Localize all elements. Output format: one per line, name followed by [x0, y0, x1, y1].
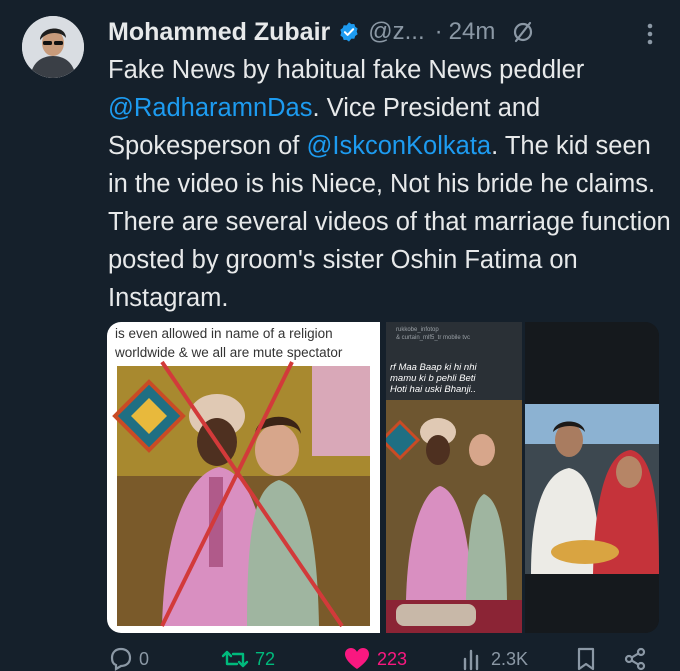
views-count: 2.3K — [491, 648, 529, 669]
wedding-photo-crossed — [112, 360, 370, 628]
action-bar: 0 72 223 2.3K — [107, 645, 667, 671]
avatar[interactable] — [22, 16, 84, 78]
bookmark-icon — [575, 647, 597, 671]
tweet-header: Mohammed Zubair @z... · 24m — [108, 12, 668, 52]
author-handle[interactable]: @z... — [368, 18, 424, 46]
verified-icon — [338, 21, 360, 43]
bookmark-button[interactable] — [575, 647, 597, 671]
share-button[interactable] — [623, 647, 647, 671]
repost-count: 72 — [255, 648, 276, 669]
media-image-1[interactable]: is even allowed in name of a religion wo… — [107, 322, 380, 633]
like-count: 223 — [377, 648, 408, 669]
views-icon — [461, 647, 485, 671]
tweet-text-part-1: Fake News by habitual fake News peddler — [108, 56, 585, 84]
views-button[interactable]: 2.3K — [461, 647, 528, 671]
separator-dot: · — [434, 18, 443, 45]
like-icon — [343, 647, 371, 671]
grok-icon[interactable] — [511, 20, 535, 44]
tweet-text: Fake News by habitual fake News peddler … — [108, 51, 674, 317]
panel2-watermark: rukkobe_infotop & curtain_mlf5_tr mobile… — [396, 327, 471, 341]
like-button[interactable]: 223 — [343, 647, 407, 671]
reply-count: 0 — [139, 648, 150, 669]
media-image-2[interactable]: rukkobe_infotop & curtain_mlf5_tr mobile… — [386, 322, 522, 633]
timestamp[interactable]: 24m — [449, 18, 496, 46]
avatar-image — [22, 16, 84, 78]
repost-button[interactable]: 72 — [221, 647, 275, 671]
panel1-caption: is even allowed in name of a religion wo… — [115, 326, 343, 360]
ceremony-photo — [525, 322, 659, 633]
mention-radharamndas[interactable]: @RadharamnDas — [108, 94, 312, 122]
media-image-3[interactable] — [525, 322, 659, 633]
repost-icon — [221, 647, 249, 671]
reply-button[interactable]: 0 — [107, 647, 149, 671]
mention-iskconkolkata[interactable]: @IskconKolkata — [306, 132, 491, 160]
share-icon — [623, 647, 647, 671]
more-icon[interactable] — [646, 22, 654, 51]
reply-icon — [107, 647, 133, 671]
author-name[interactable]: Mohammed Zubair — [108, 18, 330, 47]
media-grid[interactable]: is even allowed in name of a religion wo… — [107, 322, 659, 633]
panel2-overlay-text: rf Maa Baap ki hi nhi mamu ki b pehli Be… — [390, 362, 477, 395]
